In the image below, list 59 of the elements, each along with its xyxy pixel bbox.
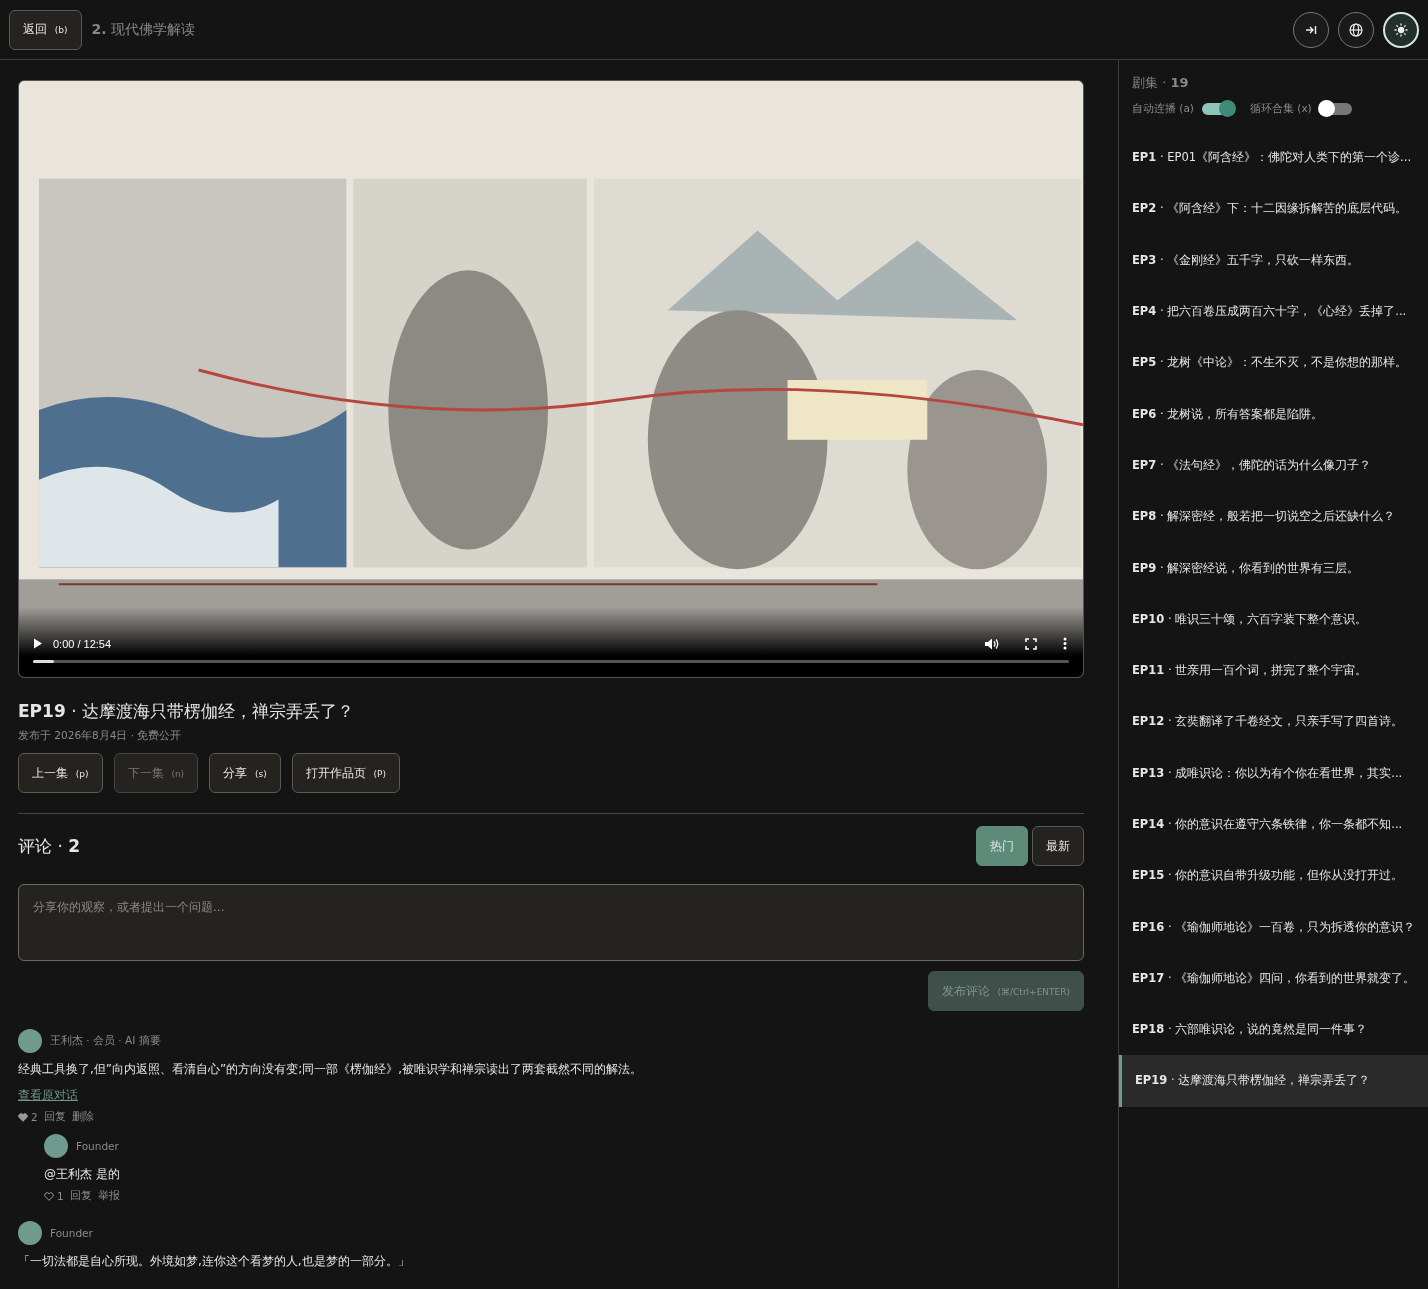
episode-item[interactable]: EP4 · 把六百卷压成两百六十字，《心经》丢掉了...	[1119, 285, 1428, 338]
time-display: 0:00 / 12:54	[53, 637, 112, 650]
sort-tab[interactable]: 最新	[1032, 826, 1084, 866]
episode-action-button[interactable]: 打开作品页 (P)	[291, 753, 400, 793]
episode-item[interactable]: EP9 · 解深密经说，你看到的世界有三层。	[1119, 542, 1428, 594]
toggle-label: 自动连播 (a)	[1132, 102, 1194, 116]
volume-icon[interactable]	[985, 637, 999, 650]
toggle-switch[interactable]	[1201, 103, 1234, 115]
collapse-icon[interactable]	[1293, 11, 1329, 48]
like-button[interactable]: 1	[44, 1190, 64, 1202]
comment-action[interactable]: 删除	[71, 1110, 94, 1124]
episode-item[interactable]: EP1 · EP01《阿含经》：佛陀对人类下的第一个诊...	[1119, 132, 1428, 184]
video-player[interactable]: 0:00 / 12:54	[18, 80, 1084, 678]
episode-action-button[interactable]: 分享 (s)	[209, 753, 281, 793]
fullscreen-icon[interactable]	[1025, 637, 1037, 650]
episode-item[interactable]: EP18 · 六部唯识论，说的竟然是同一件事？	[1119, 1004, 1428, 1056]
episode-item[interactable]: EP12 · 玄奘翻译了千卷经文，只亲手写了四首诗。	[1119, 696, 1428, 748]
sun-icon[interactable]	[1383, 11, 1419, 48]
comment-action[interactable]: 举报	[97, 1189, 120, 1203]
comment-action[interactable]: 回复	[69, 1189, 92, 1203]
episode-item[interactable]: EP16 · 《瑜伽师地论》一百卷，只为拆透你的意识？	[1119, 901, 1428, 953]
episode-title: EP19 · 达摩渡海只带楞伽经，禅宗弄丢了？	[18, 700, 355, 723]
episode-meta: 发布于 2026年8月4日 · 免费公开	[18, 729, 183, 743]
episode-item[interactable]: EP13 · 成唯识论：你以为有个你在看世界，其实...	[1119, 747, 1428, 799]
play-icon[interactable]	[33, 638, 43, 649]
avatar	[18, 1029, 42, 1053]
episode-item[interactable]: EP2 · 《阿含经》下：十二因缘拆解苦的底层代码。	[1119, 183, 1428, 235]
comment-input[interactable]: 分享你的观察，或者提出一个问题...	[18, 884, 1084, 961]
comment-author: Founder	[76, 1140, 119, 1152]
comments-heading: 评论 · 2	[18, 834, 81, 858]
episode-item[interactable]: EP6 · 龙树说，所有答案都是陷阱。	[1119, 388, 1428, 440]
episode-item[interactable]: EP5 · 龙树《中论》：不生不灭，不是你想的那样。	[1119, 337, 1428, 389]
episode-action-button[interactable]: 上一集 (p)	[18, 753, 103, 793]
comment-author: 王利杰 · 会员 · AI 摘要	[50, 1034, 161, 1048]
back-button[interactable]: 返回 (b)	[9, 9, 82, 50]
comment-action[interactable]: 回复	[43, 1110, 66, 1124]
breadcrumb: 2. 现代佛学解读	[91, 20, 196, 39]
episode-item[interactable]: EP11 · 世亲用一百个词，拼完了整个宇宙。	[1119, 644, 1428, 697]
episode-item[interactable]: EP14 · 你的意识在遵守六条铁律，你一条都不知...	[1119, 798, 1428, 851]
comment-text: @王利杰 是的	[44, 1166, 121, 1183]
globe-icon[interactable]	[1338, 11, 1374, 48]
episode-item[interactable]: EP15 · 你的意识自带升级功能，但你从没打开过。	[1119, 850, 1428, 902]
episode-item[interactable]: EP19 · 达摩渡海只带楞伽经，禅宗弄丢了？	[1119, 1055, 1428, 1107]
episode-item[interactable]: EP3 · 《金刚经》五千字，只砍一样东西。	[1119, 234, 1428, 286]
episodes-heading: 剧集 · 19	[1131, 74, 1190, 92]
view-conversation-link[interactable]: 查看原对话	[18, 1087, 78, 1104]
episode-item[interactable]: EP7 · 《法句经》，佛陀的话为什么像刀子？	[1119, 439, 1428, 492]
episode-item[interactable]: EP8 · 解深密经，般若把一切说空之后还缺什么？	[1119, 491, 1428, 543]
comment-author: Founder	[50, 1227, 93, 1239]
avatar	[44, 1134, 68, 1158]
comment-text: 「一切法都是自心所现。外境如梦,连你这个看梦的人,也是梦的一部分。」	[18, 1253, 411, 1270]
toggle-switch[interactable]	[1319, 103, 1352, 115]
episode-item[interactable]: EP17 · 《瑜伽师地论》四问，你看到的世界就变了。	[1119, 952, 1428, 1005]
toggle-label: 循环合集 (x)	[1249, 102, 1312, 116]
more-icon[interactable]	[1063, 637, 1067, 650]
avatar	[18, 1221, 42, 1245]
like-button[interactable]: 2	[18, 1111, 38, 1123]
comment-text: 经典工具换了,但”向内返照、看清自心”的方向没有变;同一部《楞伽经》,被唯识学和禅宗读出了两套截然不同的解法。	[18, 1061, 644, 1078]
episode-item[interactable]: EP10 · 唯识三十颂，六百字装下整个意识。	[1119, 593, 1428, 645]
